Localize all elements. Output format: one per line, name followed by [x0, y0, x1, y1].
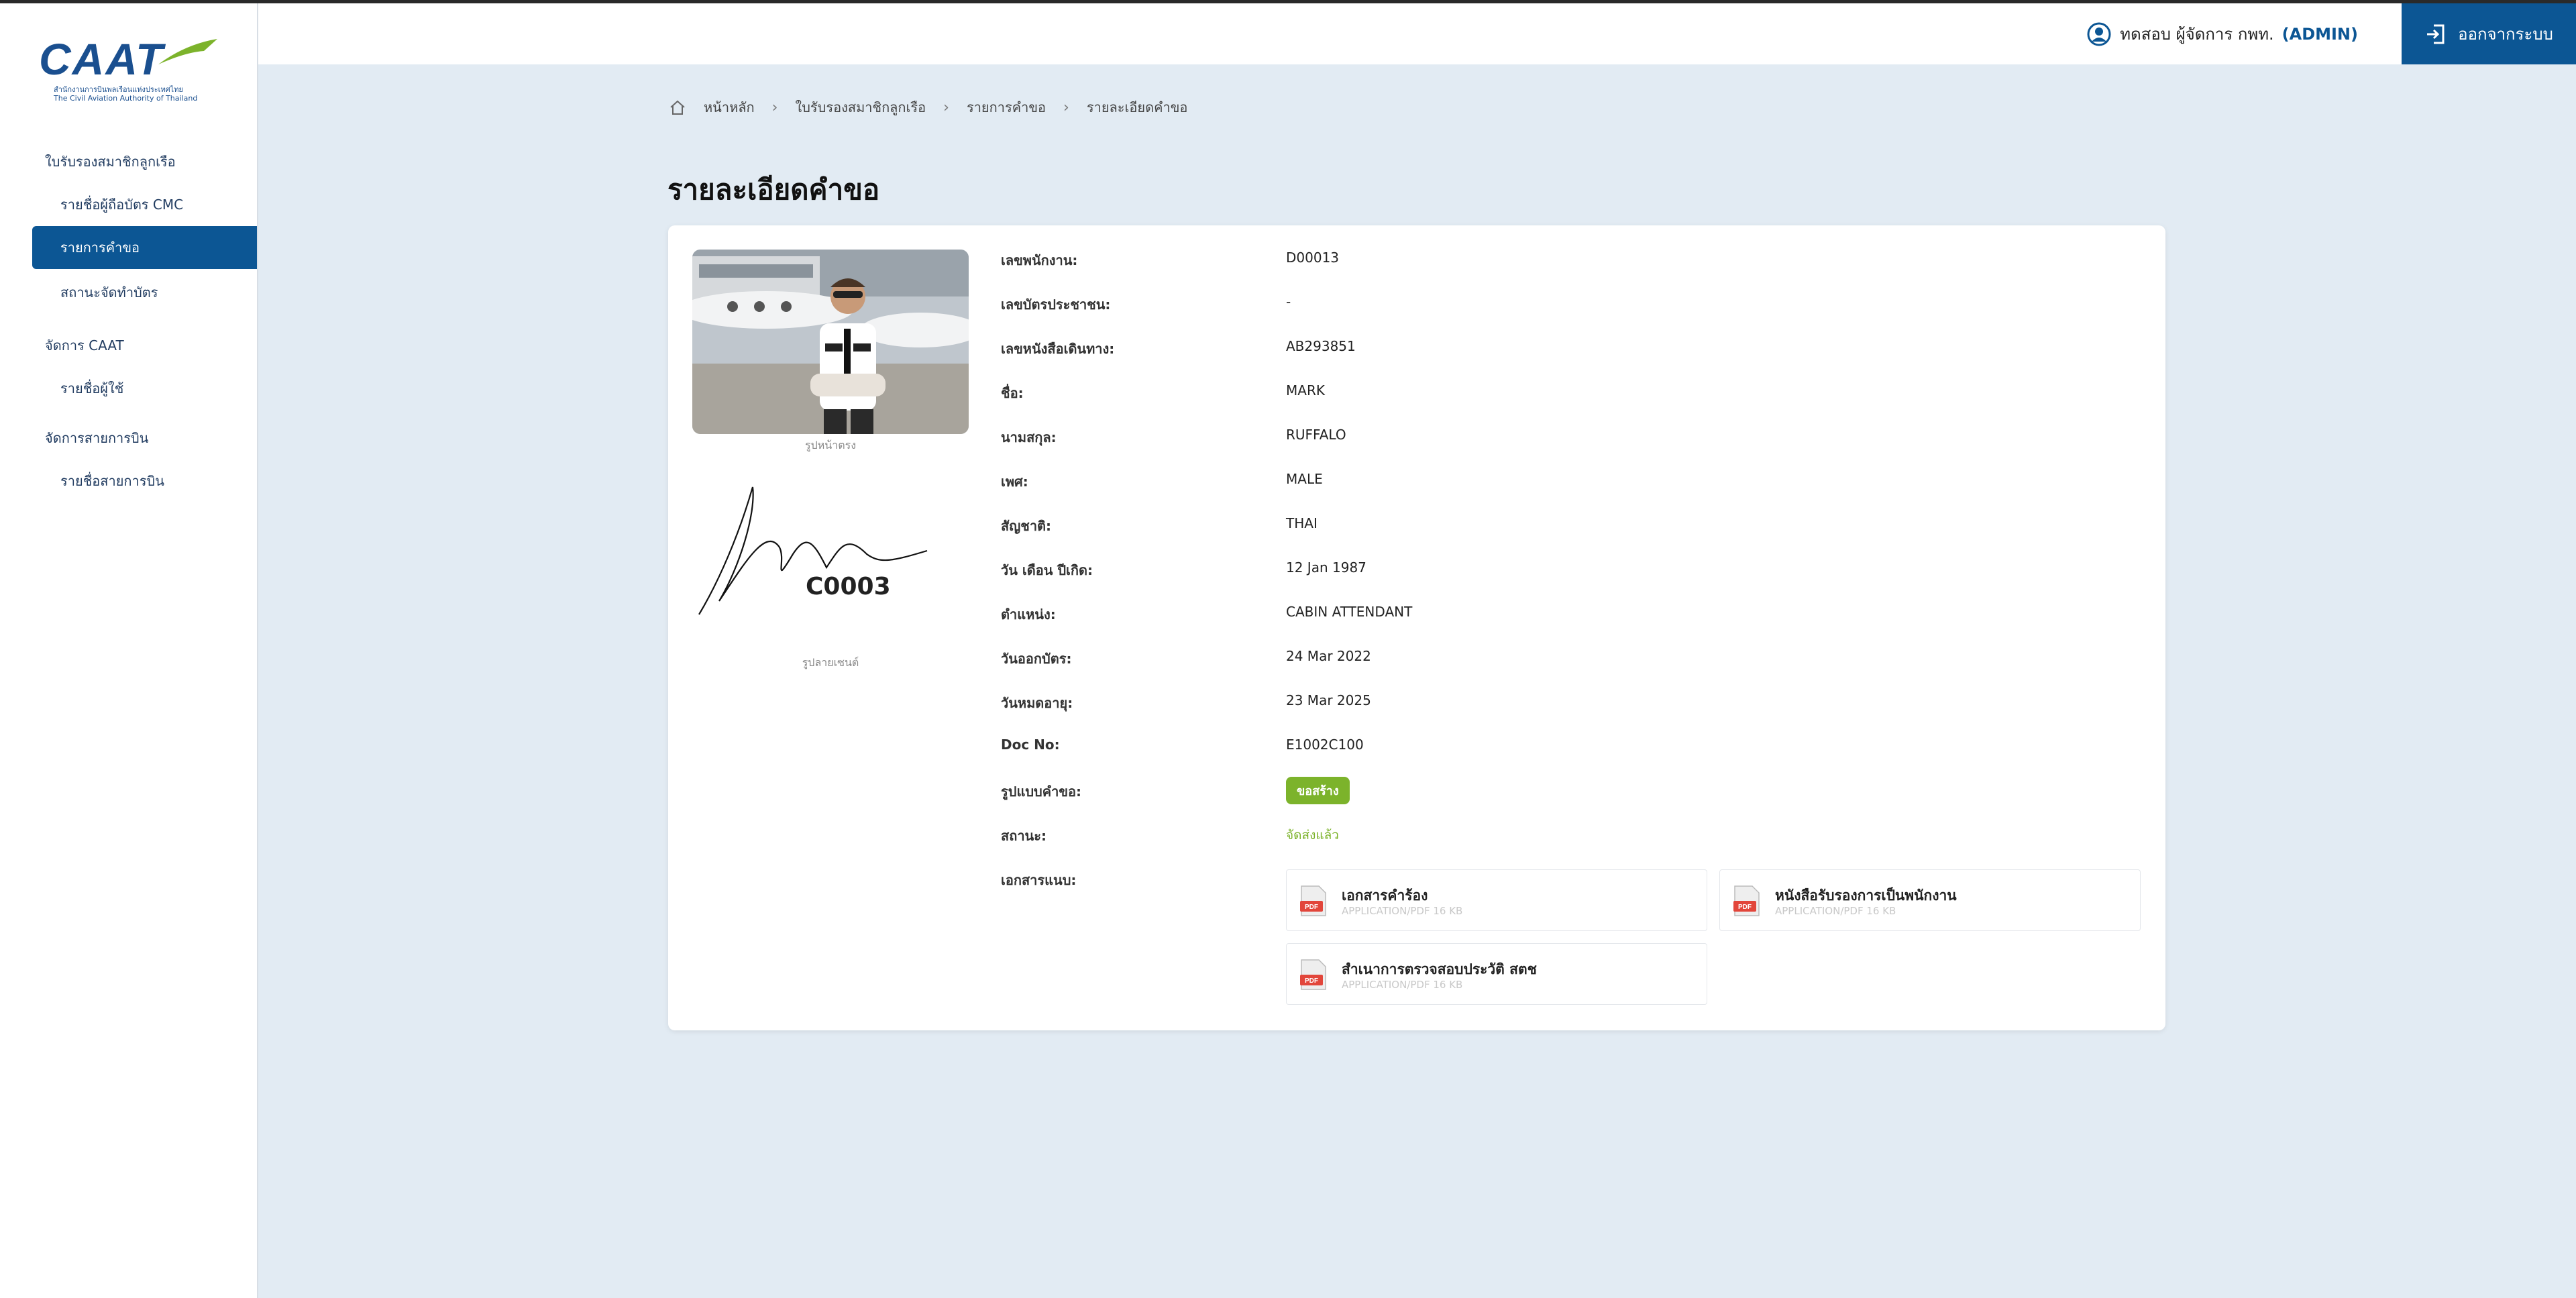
field-value: 24 Mar 2022	[1286, 648, 1371, 664]
pdf-icon: PDF	[1300, 959, 1326, 990]
svg-text:PDF: PDF	[1305, 977, 1318, 985]
sidebar-item-card-status[interactable]: สถานะจัดทำบัตร	[32, 271, 257, 314]
sidebar-section-crew-certificate[interactable]: ใบรับรองสมาชิกลูกเรือ	[45, 151, 176, 172]
field-value: RUFFALO	[1286, 427, 1346, 443]
field-value: THAI	[1286, 515, 1318, 531]
field-value: CABIN ATTENDANT	[1286, 604, 1413, 620]
attachment-file[interactable]: PDF สำเนาการตรวจสอบประวัติ สตช APPLICATI…	[1286, 943, 1707, 1005]
sidebar-item-cmc-holders[interactable]: รายชื่อผู้ถือบัตร CMC	[32, 183, 257, 226]
field-value: MALE	[1286, 471, 1323, 487]
user-name: ทดสอบ ผู้จัดการ กพท.	[2120, 25, 2274, 44]
field-value: MARK	[1286, 382, 1325, 398]
field-label: เอกสารแนบ:	[1001, 872, 1077, 888]
breadcrumb-current: รายละเอียดคำขอ	[1086, 99, 1188, 115]
user-circle-icon	[2087, 22, 2111, 46]
field-value: -	[1286, 294, 1291, 310]
field-label: เลขพนักงาน:	[1001, 252, 1078, 268]
user-role: (ADMIN)	[2282, 24, 2358, 44]
attachment-meta: APPLICATION/PDF 16 KB	[1342, 905, 1463, 917]
attachment-name: หนังสือรับรองการเป็นพนักงาน	[1775, 887, 1957, 904]
field-label: Doc No:	[1001, 737, 1060, 753]
home-icon[interactable]	[669, 99, 686, 116]
breadcrumb-crew-certificate[interactable]: ใบรับรองสมาชิกลูกเรือ	[795, 97, 926, 118]
field-label: วันหมดอายุ:	[1001, 695, 1073, 711]
field-label: รูปแบบคำขอ:	[1001, 783, 1082, 800]
sidebar: CAAT สำนักงานการบินพลเรือนแห่งประเทศไทย …	[0, 3, 258, 1298]
field-value: E1002C100	[1286, 737, 1364, 753]
profile-photo	[692, 250, 969, 434]
pdf-icon: PDF	[1300, 885, 1326, 916]
logo-swoosh-icon	[158, 39, 217, 64]
logout-button[interactable]: ออกจากระบบ	[2402, 3, 2576, 64]
signature-code: C0003	[806, 573, 891, 600]
attachment-name: สำเนาการตรวจสอบประวัติ สตช	[1342, 961, 1537, 977]
attachment-name: เอกสารคำร้อง	[1342, 887, 1428, 904]
field-value: D00013	[1286, 250, 1340, 266]
breadcrumb: หน้าหลัก › ใบรับรองสมาชิกลูกเรือ › รายกา…	[669, 97, 1187, 118]
sidebar-section-manage-airlines[interactable]: จัดการสายการบิน	[45, 427, 148, 449]
field-label: เพศ:	[1001, 474, 1028, 490]
breadcrumb-requests[interactable]: รายการคำขอ	[967, 97, 1046, 118]
page-title: รายละเอียดคำขอ	[667, 173, 880, 207]
user-menu[interactable]: ทดสอบ ผู้จัดการ กพท. (ADMIN)	[2086, 21, 2358, 47]
field-label: ตำแหน่ง:	[1001, 606, 1056, 623]
pdf-icon: PDF	[1733, 885, 1760, 916]
attachment-meta: APPLICATION/PDF 16 KB	[1342, 979, 1463, 991]
field-label: วัน เดือน ปีเกิด:	[1001, 562, 1093, 578]
logo-subtitle-en: The Civil Aviation Authority of Thailand	[54, 94, 198, 103]
field-label: ชื่อ:	[1001, 385, 1024, 401]
attachment-file[interactable]: PDF หนังสือรับรองการเป็นพนักงาน APPLICAT…	[1719, 869, 2141, 931]
chevron-right-icon: ›	[771, 99, 778, 116]
svg-text:PDF: PDF	[1305, 904, 1318, 911]
caat-logo[interactable]: CAAT สำนักงานการบินพลเรือนแห่งประเทศไทย …	[39, 34, 220, 107]
field-value: 23 Mar 2025	[1286, 692, 1371, 708]
sidebar-section-manage-caat[interactable]: จัดการ CAAT	[45, 335, 124, 356]
field-label: สถานะ:	[1001, 828, 1046, 844]
svg-text:PDF: PDF	[1738, 904, 1752, 911]
chevron-right-icon: ›	[943, 99, 949, 116]
logout-label: ออกจากระบบ	[2458, 25, 2553, 44]
status-value: จัดส่งแล้ว	[1286, 828, 1339, 843]
sidebar-item-requests[interactable]: รายการคำขอ	[32, 226, 257, 269]
request-detail-card: รูปหน้าตรง C0003 รูปลายเซนต์ เลขพนักงาน:…	[668, 225, 2165, 1030]
request-type-badge: ขอสร้าง	[1286, 777, 1350, 804]
top-bar: ทดสอบ ผู้จัดการ กพท. (ADMIN) ออกจากระบบ	[258, 3, 2576, 64]
chevron-right-icon: ›	[1063, 99, 1069, 116]
photo-caption: รูปหน้าตรง	[804, 439, 856, 451]
sidebar-item-users[interactable]: รายชื่อผู้ใช้	[32, 367, 257, 410]
field-label: สัญชาติ:	[1001, 518, 1052, 534]
sidebar-item-airlines[interactable]: รายชื่อสายการบิน	[32, 459, 257, 502]
field-value: AB293851	[1286, 338, 1356, 354]
signature-caption: รูปลายเซนต์	[802, 656, 859, 669]
breadcrumb-home[interactable]: หน้าหลัก	[704, 97, 755, 118]
field-label: เลขบัตรประชาชน:	[1001, 296, 1111, 313]
field-label: เลขหนังสือเดินทาง:	[1001, 341, 1115, 357]
field-label: วันออกบัตร:	[1001, 651, 1072, 667]
field-value: 12 Jan 1987	[1286, 559, 1366, 576]
attachment-file[interactable]: PDF เอกสารคำร้อง APPLICATION/PDF 16 KB	[1286, 869, 1707, 931]
attachment-meta: APPLICATION/PDF 16 KB	[1775, 905, 1896, 917]
logout-icon	[2427, 24, 2445, 44]
logo-text: CAAT	[39, 34, 164, 84]
field-label: นามสกุล:	[1001, 429, 1057, 445]
